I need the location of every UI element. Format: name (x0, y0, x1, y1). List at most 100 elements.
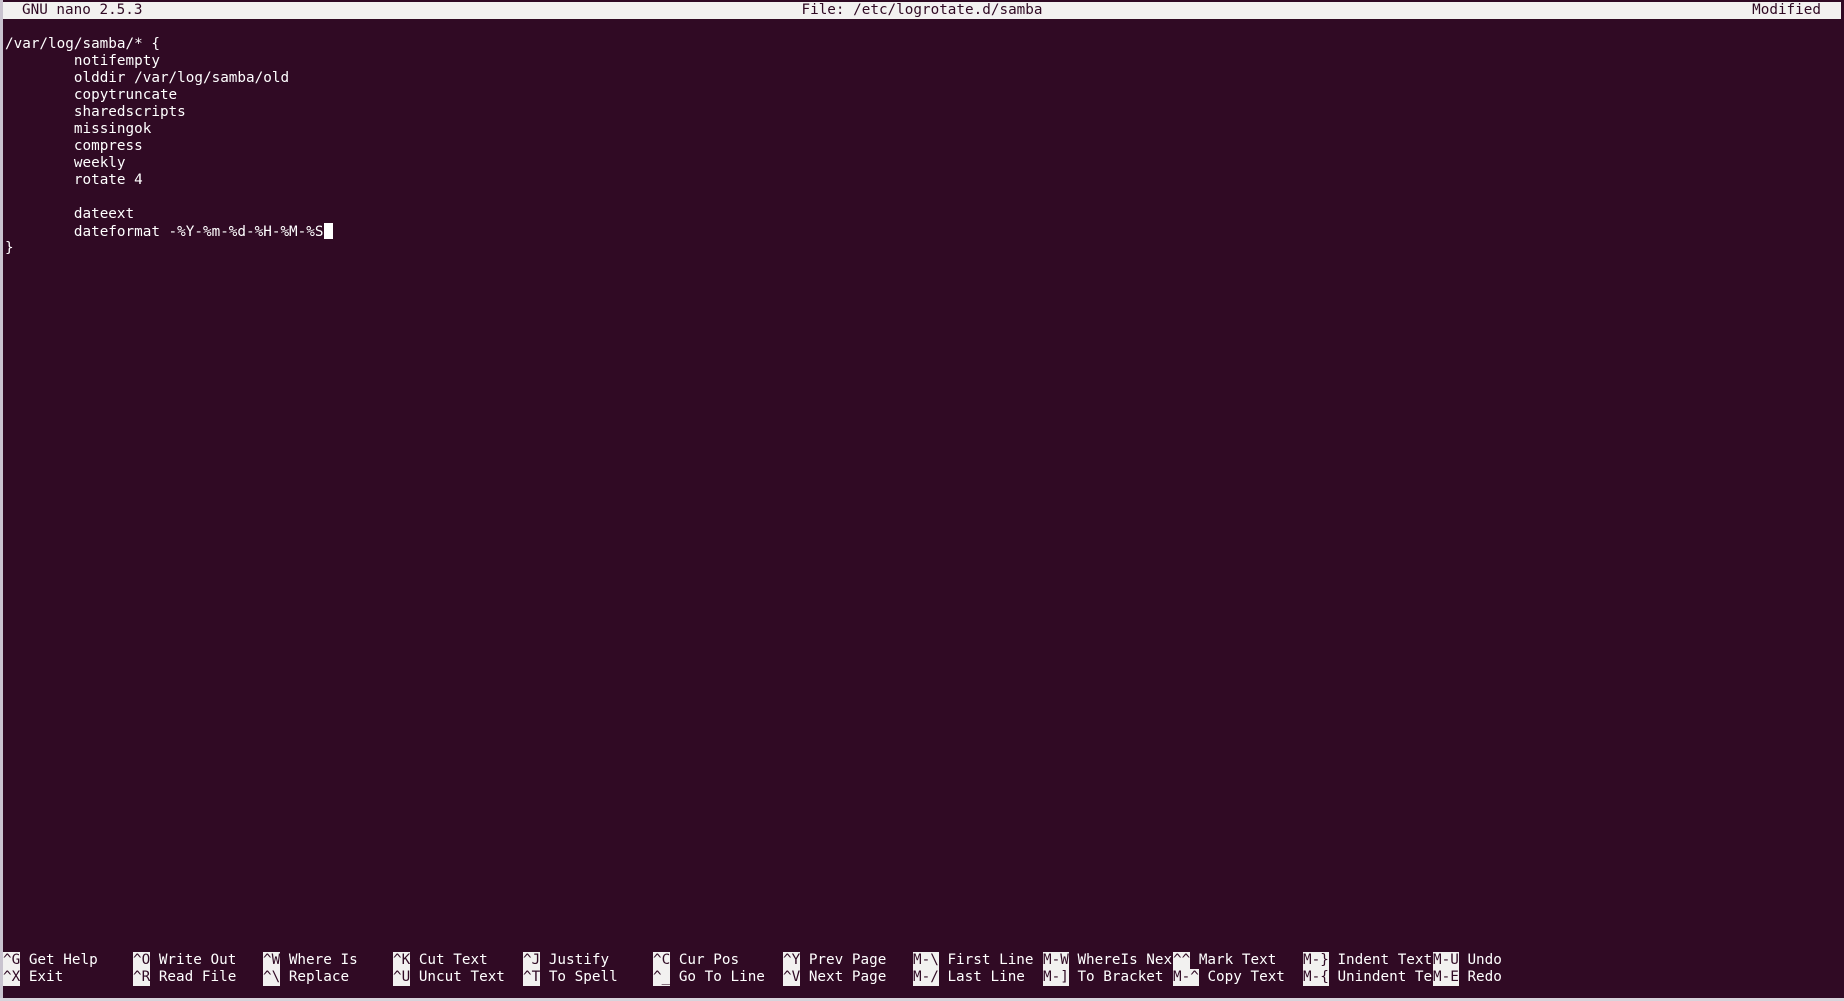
editor-line[interactable]: missingok (5, 121, 1835, 138)
shortcut-key: M-} (1303, 952, 1329, 969)
shortcut-key: ^R (133, 969, 151, 986)
modified-status: Modified (1752, 2, 1821, 18)
shortcut-key: ^V (783, 969, 801, 986)
editor-line[interactable]: copytruncate (5, 87, 1835, 104)
editor-line-text: sharedscripts (73, 104, 186, 120)
shortcut-key: M-U (1433, 952, 1459, 969)
shortcut-write-out[interactable]: ^O Write Out (133, 952, 236, 969)
shortcut-key: ^G (3, 952, 21, 969)
shortcut-read-file[interactable]: ^R Read File (133, 969, 236, 986)
shortcut-where-is[interactable]: ^W Where Is (263, 952, 358, 969)
editor-line[interactable]: dateext (5, 206, 1835, 223)
shortcut-indent-text[interactable]: M-} Indent Text (1303, 952, 1432, 969)
shortcut-label: Go To Line (678, 969, 765, 985)
shortcut-key: ^T (523, 969, 541, 986)
shortcut-whereis-next[interactable]: M-W WhereIs Next (1043, 952, 1181, 969)
shortcut-exit[interactable]: ^X Exit (3, 969, 63, 986)
text-cursor (323, 223, 333, 239)
editor-line-text: olddir /var/log/samba/old (73, 70, 290, 86)
shortcut-label: To Spell (548, 969, 618, 985)
shortcut-key: M-/ (913, 969, 939, 986)
editor-line-text: weekly (73, 155, 126, 171)
shortcut-label: Mark Text (1198, 952, 1277, 968)
shortcut-key: ^X (3, 969, 21, 986)
text-editor-area[interactable]: /var/log/samba/* { notifempty olddir /va… (5, 36, 1835, 936)
shortcut-justify[interactable]: ^J Justify (523, 952, 609, 969)
shortcut-key: M-E (1433, 969, 1459, 986)
shortcut-to-bracket[interactable]: M-] To Bracket (1043, 969, 1164, 986)
editor-line[interactable]: sharedscripts (5, 104, 1835, 121)
shortcut-prev-page[interactable]: ^Y Prev Page (783, 952, 886, 969)
shortcut-label: Cut Text (418, 952, 488, 968)
shortcut-key: M-^ (1173, 969, 1199, 986)
shortcut-copy-text[interactable]: M-^ Copy Text (1173, 969, 1285, 986)
shortcut-label: Uncut Text (418, 969, 505, 985)
shortcut-key: ^W (263, 952, 281, 969)
editor-line-text: dateext (73, 206, 135, 222)
editor-line-text: notifempty (73, 53, 160, 69)
shortcut-label: Undo (1467, 952, 1502, 968)
shortcut-label: Cur Pos (678, 952, 740, 968)
shortcut-get-help[interactable]: ^G Get Help (3, 952, 98, 969)
shortcut-mark-text[interactable]: ^^ Mark Text (1173, 952, 1276, 969)
shortcut-label: Prev Page (808, 952, 887, 968)
shortcut-label: First Line (947, 952, 1034, 968)
editor-line-text: compress (73, 138, 143, 154)
shortcut-replace[interactable]: ^\ Replace (263, 969, 349, 986)
nano-title-bar: GNU nano 2.5.3 File: /etc/logrotate.d/sa… (3, 2, 1841, 19)
shortcut-key: ^J (523, 952, 541, 969)
shortcut-to-spell[interactable]: ^T To Spell (523, 969, 618, 986)
shortcut-first-line[interactable]: M-\ First Line (913, 952, 1034, 969)
window-left-border (0, 0, 3, 1001)
shortcut-label: WhereIs Next (1077, 952, 1181, 968)
shortcut-label: To Bracket (1077, 969, 1164, 985)
shortcut-label: Copy Text (1207, 969, 1285, 985)
shortcut-label: Exit (28, 969, 64, 985)
shortcut-label: Next Page (808, 969, 887, 985)
terminal-window[interactable]: GNU nano 2.5.3 File: /etc/logrotate.d/sa… (0, 0, 1844, 1001)
editor-line[interactable]: compress (5, 138, 1835, 155)
editor-line[interactable]: } (5, 240, 1835, 257)
shortcut-key: M-W (1043, 952, 1069, 969)
shortcut-cut-text[interactable]: ^K Cut Text (393, 952, 488, 969)
shortcut-label: Replace (288, 969, 350, 985)
shortcut-key: ^O (133, 952, 151, 969)
editor-line[interactable]: rotate 4 (5, 172, 1835, 189)
shortcut-label: Indent Text (1337, 952, 1433, 968)
editor-line[interactable]: weekly (5, 155, 1835, 172)
shortcut-key: ^^ (1173, 952, 1191, 969)
shortcut-label: Redo (1467, 969, 1502, 985)
editor-line-text: copytruncate (73, 87, 178, 103)
shortcut-label: Last Line (947, 969, 1025, 985)
shortcut-label: Where Is (288, 952, 358, 968)
shortcut-label: Write Out (158, 952, 237, 968)
editor-line[interactable]: notifempty (5, 53, 1835, 70)
shortcut-go-to-line[interactable]: ^_ Go To Line (653, 969, 765, 986)
shortcut-key: ^K (393, 952, 411, 969)
editor-line[interactable]: /var/log/samba/* { (5, 36, 1835, 53)
shortcut-cur-pos[interactable]: ^C Cur Pos (653, 952, 739, 969)
shortcut-bar: ^G Get Help ^O Write Out ^W Where Is ^K … (3, 952, 1841, 992)
shortcut-next-page[interactable]: ^V Next Page (783, 969, 886, 986)
shortcut-key: ^C (653, 952, 671, 969)
editor-line-text: dateformat -%Y-%m-%d-%H-%M-%S (73, 224, 324, 240)
shortcut-key: M-{ (1303, 969, 1329, 986)
shortcut-redo[interactable]: M-E Redo (1433, 969, 1502, 986)
shortcut-last-line[interactable]: M-/ Last Line (913, 969, 1025, 986)
shortcut-uncut-text[interactable]: ^U Uncut Text (393, 969, 505, 986)
editor-line-text: rotate 4 (73, 172, 143, 188)
editor-line[interactable] (5, 189, 1835, 206)
file-name: File: /etc/logrotate.d/samba (801, 2, 1043, 18)
editor-line-text: missingok (73, 121, 152, 137)
shortcut-key: ^\ (263, 969, 281, 986)
shortcut-unindent-text[interactable]: M-{ Unindent Text (1303, 969, 1449, 986)
shortcut-label: Get Help (28, 952, 98, 968)
shortcut-undo[interactable]: M-U Undo (1433, 952, 1502, 969)
editor-line[interactable]: olddir /var/log/samba/old (5, 70, 1835, 87)
shortcut-key: M-] (1043, 969, 1069, 986)
shortcut-key: M-\ (913, 952, 939, 969)
shortcut-key: ^U (393, 969, 411, 986)
editor-line[interactable]: dateformat -%Y-%m-%d-%H-%M-%S (5, 223, 1835, 240)
shortcut-label: Read File (158, 969, 237, 985)
shortcut-key: ^_ (653, 969, 671, 986)
